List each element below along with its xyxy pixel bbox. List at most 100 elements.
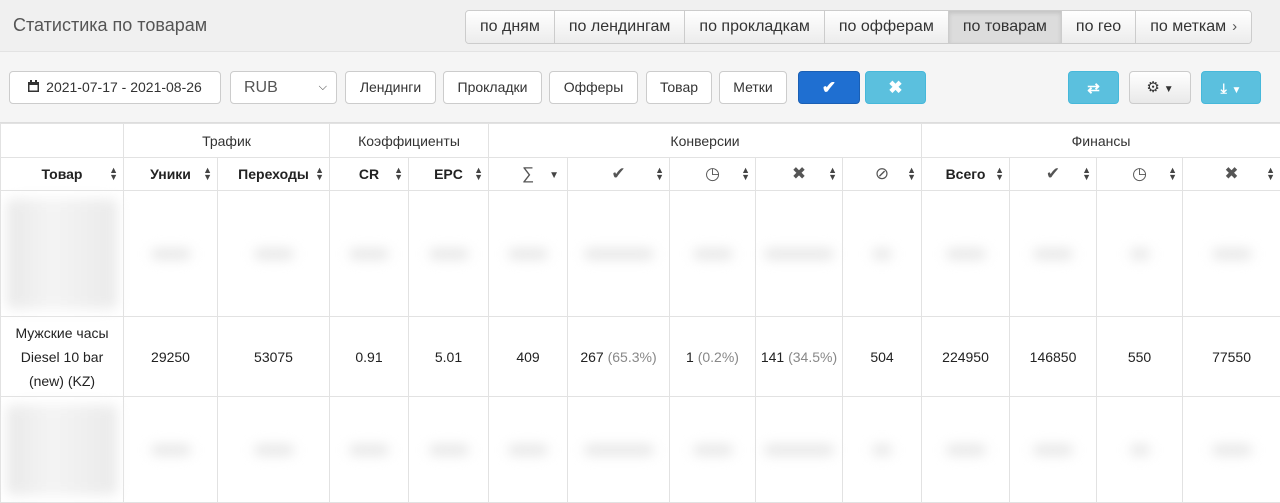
cell-uniques: 29250 — [124, 317, 218, 397]
tab-by-offers[interactable]: по офферам — [825, 11, 949, 43]
blurred-cell — [843, 191, 922, 317]
calendar-icon — [28, 72, 39, 103]
group-conversions: Конверсии — [489, 124, 922, 158]
group-header-row: Трафик Коэффициенты Конверсии Финансы — [1, 124, 1280, 158]
cell-clicks: 53075 — [218, 317, 330, 397]
check-icon: ✔ — [611, 164, 625, 183]
approved-percent: (65.3%) — [608, 349, 657, 365]
gear-icon: ⚙ — [1146, 79, 1159, 96]
col-conv-total[interactable]: ∑▼ — [489, 158, 568, 191]
blurred-cell — [1010, 191, 1097, 317]
group-finances: Финансы — [922, 124, 1280, 158]
currency-value: RUB — [244, 79, 278, 96]
filter-product-button[interactable]: Товар — [646, 71, 712, 104]
blurred-cell — [409, 191, 489, 317]
tab-by-tags[interactable]: по меткам › — [1136, 11, 1251, 43]
filter-prelandings-button[interactable]: Прокладки — [443, 71, 542, 104]
col-fin-approved[interactable]: ✔▲▼ — [1010, 158, 1097, 191]
download-dropdown-button[interactable]: ⤓ ▼ — [1201, 71, 1261, 104]
col-uniques[interactable]: Уники▲▼ — [124, 158, 218, 191]
tab-by-tags-label: по меткам — [1150, 18, 1226, 35]
col-conv-pending[interactable]: ◷ ▲▼ — [670, 158, 756, 191]
sort-icon: ▲▼ — [394, 167, 403, 181]
download-icon: ⤓ — [1221, 80, 1227, 96]
cell-fin-pending: 550 — [1097, 317, 1183, 397]
settings-dropdown-button[interactable]: ⚙ ▼ — [1129, 71, 1191, 104]
pending-percent: (0.2%) — [698, 349, 739, 365]
blurred-cell — [124, 397, 218, 503]
cell-fin-total: 224950 — [922, 317, 1010, 397]
sort-icon: ▲▼ — [203, 167, 212, 181]
page-title: Статистика по товарам — [13, 15, 207, 36]
blurred-cell — [568, 191, 670, 317]
table-row-blurred — [1, 397, 1280, 503]
col-fin-rejected[interactable]: ✖ ▲▼ — [1183, 158, 1280, 191]
col-epc[interactable]: EPC▲▼ — [409, 158, 489, 191]
caret-down-icon: ▼ — [1232, 85, 1242, 96]
sort-icon: ▲▼ — [995, 167, 1004, 181]
col-conv-approved[interactable]: ✔▲▼ — [568, 158, 670, 191]
clock-icon: ◷ — [1132, 164, 1147, 183]
blurred-cell — [1097, 397, 1183, 503]
chevron-right-icon: › — [1232, 11, 1237, 43]
sort-icon: ▲▼ — [907, 167, 916, 181]
shuffle-button[interactable]: ⇄ — [1068, 71, 1119, 104]
col-product[interactable]: Товар▲▼ — [1, 158, 124, 191]
col-fin-total-label: Всего — [946, 166, 986, 182]
blurred-cell — [1183, 191, 1280, 317]
col-fin-pending[interactable]: ◷ ▲▼ — [1097, 158, 1183, 191]
times-icon: ✖ — [1224, 164, 1238, 183]
clock-icon: ◷ — [705, 164, 720, 183]
filter-tags-button[interactable]: Метки — [719, 71, 787, 104]
chevron-down-icon: ⌵ — [319, 72, 327, 103]
approved-count: 267 — [580, 349, 603, 365]
tab-by-days[interactable]: по дням — [466, 11, 555, 43]
currency-select[interactable]: RUB ⌵ — [230, 71, 337, 104]
tab-by-products[interactable]: по товарам — [949, 11, 1062, 43]
tab-by-landings[interactable]: по лендингам — [555, 11, 686, 43]
sort-icon: ▲▼ — [1168, 167, 1177, 181]
blurred-cell — [1, 191, 124, 317]
cell-cr: 0.91 — [330, 317, 409, 397]
filter-landings-button[interactable]: Лендинги — [345, 71, 436, 104]
blurred-cell — [1, 397, 124, 503]
reset-button[interactable]: ✖ — [865, 71, 926, 104]
blurred-cell — [756, 191, 843, 317]
cell-fin-rejected: 77550 — [1183, 317, 1280, 397]
date-range-picker[interactable]: 2021-07-17 - 2021-08-26 — [9, 71, 221, 104]
sort-icon: ▲▼ — [741, 167, 750, 181]
tab-by-geo[interactable]: по гео — [1062, 11, 1136, 43]
stats-table: Трафик Коэффициенты Конверсии Финансы То… — [0, 123, 1280, 503]
cell-conv-trash: 504 — [843, 317, 922, 397]
blurred-cell — [670, 397, 756, 503]
blurred-cell — [124, 191, 218, 317]
sort-icon: ▲▼ — [1266, 167, 1275, 181]
cell-conv-approved: 267 (65.3%) — [568, 317, 670, 397]
blurred-cell — [489, 397, 568, 503]
sort-desc-icon: ▼ — [549, 170, 559, 181]
blurred-cell — [568, 397, 670, 503]
table-row-blurred — [1, 191, 1280, 317]
tab-by-prelandings[interactable]: по прокладкам — [685, 11, 824, 43]
column-header-row: Товар▲▼ Уники▲▼ Переходы▲▼ CR▲▼ EPC▲▼ ∑▼… — [1, 158, 1280, 191]
sort-icon: ▲▼ — [474, 167, 483, 181]
filter-offers-button[interactable]: Офферы — [549, 71, 638, 104]
check-icon: ✔ — [1046, 164, 1060, 183]
page-header: Статистика по товарам по дням по лендинг… — [0, 0, 1280, 52]
col-clicks[interactable]: Переходы▲▼ — [218, 158, 330, 191]
blurred-cell — [218, 191, 330, 317]
date-range-value: 2021-07-17 - 2021-08-26 — [46, 79, 202, 95]
table-row: Мужские часы Diesel 10 bar (new) (KZ) 29… — [1, 317, 1280, 397]
col-fin-total[interactable]: Всего ▲▼ — [922, 158, 1010, 191]
group-coefficients: Коэффициенты — [330, 124, 489, 158]
col-cr[interactable]: CR▲▼ — [330, 158, 409, 191]
caret-down-icon: ▼ — [1164, 84, 1174, 95]
group-empty — [1, 124, 124, 158]
times-icon: ✖ — [888, 78, 902, 97]
cell-product: Мужские часы Diesel 10 bar (new) (KZ) — [1, 317, 124, 397]
cell-conv-pending: 1 (0.2%) — [670, 317, 756, 397]
apply-button[interactable]: ✔ — [798, 71, 860, 104]
col-conv-trash[interactable]: ⊘▲▼ — [843, 158, 922, 191]
col-conv-rejected[interactable]: ✖▲▼ — [756, 158, 843, 191]
col-product-label: Товар — [42, 166, 83, 182]
